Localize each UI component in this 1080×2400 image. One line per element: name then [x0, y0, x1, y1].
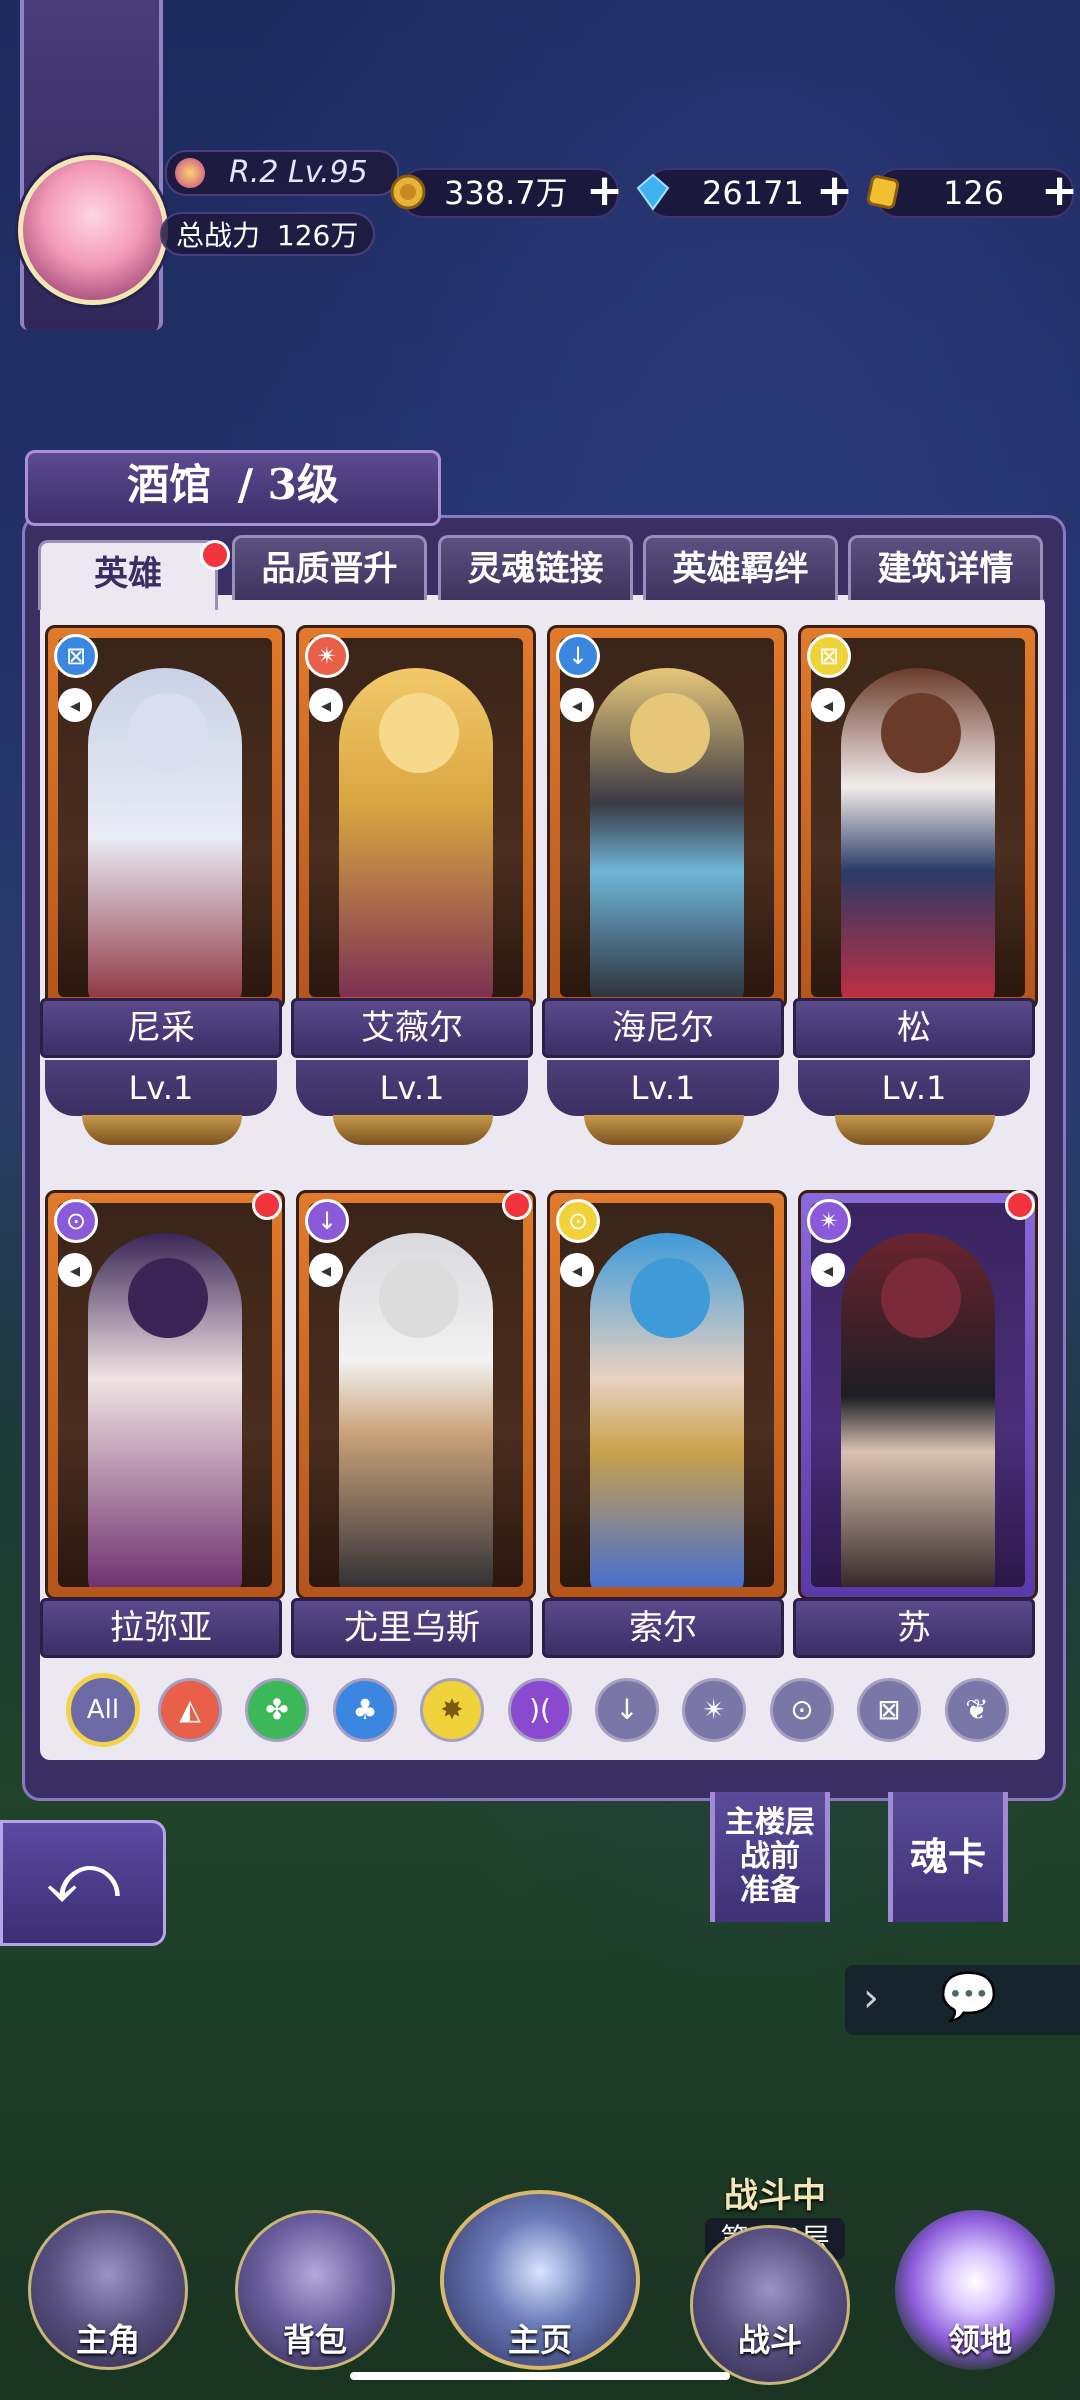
back-button[interactable]: ⤺ [0, 1820, 166, 1946]
power-label: 总战力 [176, 219, 261, 252]
nav-hero-label[interactable]: 主角 [23, 2315, 193, 2361]
tab-hero-bond[interactable]: 英雄羁绊 [643, 535, 838, 600]
nav-battle-crossed-swords-icon[interactable] [690, 2225, 850, 2385]
class-icon: ◂ [58, 688, 92, 722]
gold-coin-icon [390, 174, 426, 210]
add-diamond-button[interactable]: + [816, 168, 853, 214]
hero-card-lamia[interactable]: ⊙ ◂ [45, 1190, 285, 1600]
hero-card-julius[interactable]: ↓ ◂ [296, 1190, 536, 1600]
tab-quality-upgrade[interactable]: 品质晋升 [232, 535, 427, 600]
gold-gem-icon [866, 175, 900, 209]
tab-soul-link[interactable]: 灵魂链接 [438, 535, 633, 600]
diamond-value: 26171 [702, 174, 804, 212]
level-ornament [82, 1115, 242, 1145]
level-ornament [835, 1115, 995, 1145]
hero-name: 艾薇尔 [291, 998, 533, 1058]
class-icon: ◂ [811, 1253, 845, 1287]
level-ornament [333, 1115, 493, 1145]
water-element-icon[interactable]: ♣ [333, 1678, 397, 1742]
class-icon: ◂ [560, 1253, 594, 1287]
player-avatar[interactable] [18, 155, 168, 305]
rank-level-text: R.2 Lv.95 [229, 155, 368, 190]
hero-level: Lv.1 [547, 1060, 779, 1116]
rank-level-badge: R.2 Lv.95 [165, 150, 399, 196]
sword-class-icon[interactable]: ↓ [595, 1678, 659, 1742]
hero-card-sol[interactable]: ⊙ ◂ [547, 1190, 787, 1600]
hero-level: Lv.1 [296, 1060, 528, 1116]
hero-card-avril[interactable]: ✴ ◂ [296, 625, 536, 1010]
back-arrow-icon: ⤺ [45, 1837, 121, 1919]
wing-class-icon[interactable]: ❦ [945, 1678, 1009, 1742]
add-gem-button[interactable]: + [1041, 168, 1078, 214]
class-icon: ◂ [811, 688, 845, 722]
dark-element-icon[interactable]: )( [508, 1678, 572, 1742]
fan-icon: ⊠ [807, 634, 851, 678]
hero-name: 尤里乌斯 [291, 1598, 533, 1658]
tavern-title: 酒馆 / 3级 [25, 450, 441, 526]
sword-icon: ↓ [556, 634, 600, 678]
shuriken-icon: ✴ [305, 634, 349, 678]
chat-bar[interactable]: › 💬 [845, 1965, 1080, 2035]
add-gold-button[interactable]: + [586, 168, 623, 214]
hero-card-song[interactable]: ⊠ ◂ [798, 625, 1038, 1010]
nav-bag-label[interactable]: 背包 [230, 2315, 400, 2361]
nav-battle-label[interactable]: 战斗 [685, 2315, 855, 2361]
class-icon: ◂ [560, 688, 594, 722]
hero-name: 苏 [793, 1598, 1035, 1658]
staff-icon: ⊙ [556, 1199, 600, 1243]
filter-all[interactable]: All [66, 1673, 140, 1747]
shuriken-icon: ✴ [807, 1199, 851, 1243]
hero-name: 索尔 [542, 1598, 784, 1658]
hero-name: 海尼尔 [542, 998, 784, 1058]
light-element-icon[interactable]: ✸ [420, 1678, 484, 1742]
hero-badge [1005, 1190, 1035, 1220]
staff-icon: ⊙ [54, 1199, 98, 1243]
nav-home-label[interactable]: 主页 [455, 2315, 625, 2361]
power-value: 126万 [276, 219, 359, 252]
fan-icon: ⊠ [54, 634, 98, 678]
hero-name: 尼采 [40, 998, 282, 1058]
gem-value: 126 [943, 174, 1005, 212]
hero-card-nietzsche[interactable]: ⊠ ◂ [45, 625, 285, 1010]
hero-badge [252, 1190, 282, 1220]
chevron-right-icon: › [863, 1975, 879, 2021]
battle-status: 战斗中 [724, 2176, 826, 2216]
hero-level: Lv.1 [45, 1060, 277, 1116]
resource-gem: 126 + [866, 168, 1078, 218]
nature-element-icon[interactable]: ✤ [245, 1678, 309, 1742]
hero-card-su[interactable]: ✴ ◂ [798, 1190, 1038, 1600]
hero-badge [502, 1190, 532, 1220]
resource-diamond: 26171 + [636, 168, 853, 218]
tab-heroes-badge [200, 540, 230, 570]
crystal-icon [636, 173, 670, 211]
class-icon: ◂ [309, 1253, 343, 1287]
class-icon: ◂ [58, 1253, 92, 1287]
floor-prep-button[interactable]: 主楼层 战前 准备 [710, 1792, 830, 1922]
home-indicator[interactable] [350, 2372, 730, 2380]
fire-element-icon[interactable]: ◭ [158, 1678, 222, 1742]
chat-bubble-icon: 💬 [940, 1969, 998, 2023]
gold-value: 338.7万 [444, 174, 568, 212]
class-icon: ◂ [309, 688, 343, 722]
rank-gem-icon [175, 158, 205, 188]
tab-heroes[interactable]: 英雄 [38, 540, 218, 610]
level-ornament [584, 1115, 744, 1145]
tavern-level: / 3级 [237, 460, 339, 509]
fan-class-icon[interactable]: ⊠ [857, 1678, 921, 1742]
nav-territory-label[interactable]: 领地 [895, 2315, 1065, 2361]
total-power: 总战力 126万 [160, 212, 375, 256]
shuriken-class-icon[interactable]: ✴ [682, 1678, 746, 1742]
hero-name: 拉弥亚 [40, 1598, 282, 1658]
staff-class-icon[interactable]: ⊙ [770, 1678, 834, 1742]
hero-card-heinel[interactable]: ↓ ◂ [547, 625, 787, 1010]
sword-icon: ↓ [305, 1199, 349, 1243]
hero-name: 松 [793, 998, 1035, 1058]
tab-building-details[interactable]: 建筑详情 [848, 535, 1043, 600]
hero-level: Lv.1 [798, 1060, 1030, 1116]
soul-card-button[interactable]: 魂卡 [888, 1792, 1008, 1922]
resource-gold: 338.7万 + [390, 168, 623, 218]
tavern-name: 酒馆 [127, 460, 212, 509]
